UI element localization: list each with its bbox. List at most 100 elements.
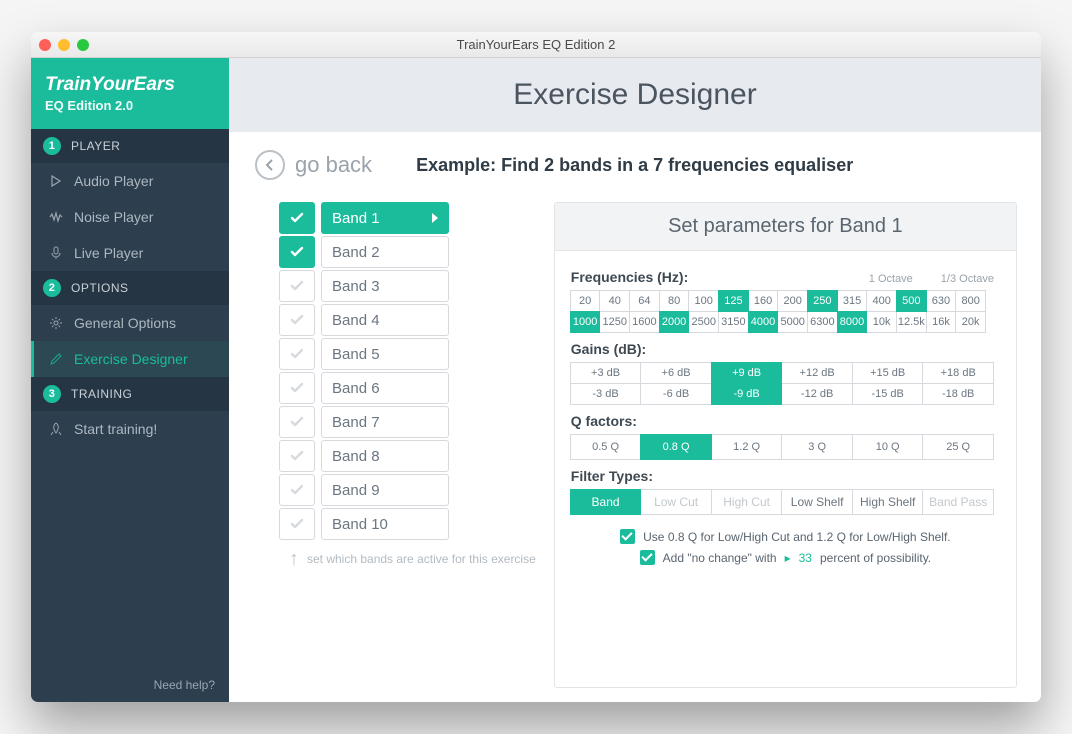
octave-1-link[interactable]: 1 Octave [869,273,913,285]
band-checkbox[interactable] [279,440,315,472]
gain-cell[interactable]: -18 dB [922,383,994,405]
freq-cell[interactable]: 1250 [599,311,630,333]
freq-cell[interactable]: 5000 [777,311,808,333]
band-checkbox[interactable] [279,508,315,540]
band-checkbox[interactable] [279,372,315,404]
freq-cell[interactable]: 2500 [688,311,719,333]
freq-cell[interactable]: 800 [955,290,986,312]
band-select[interactable]: Band 1 [321,202,449,234]
sidebar-item-start-training[interactable]: Start training! [31,411,229,447]
sidebar-item-noise-player[interactable]: Noise Player [31,199,229,235]
section-label: PLAYER [71,139,120,153]
hint-arrow-icon: ↑ [289,554,299,564]
band-select[interactable]: Band 4 [321,304,449,336]
bands-hint: ↑ set which bands are active for this ex… [289,552,536,566]
band-checkbox[interactable] [279,304,315,336]
gain-cell[interactable]: +12 dB [781,362,853,384]
freq-label: Frequencies (Hz): [571,269,688,285]
filter-type-cell[interactable]: Band Pass [922,489,994,515]
freq-cell[interactable]: 6300 [807,311,838,333]
freq-cell[interactable]: 64 [629,290,660,312]
gain-cell[interactable]: -9 dB [711,383,783,405]
freq-cell[interactable]: 8000 [837,311,868,333]
freq-cell[interactable]: 160 [748,290,779,312]
gain-cell[interactable]: -6 dB [640,383,712,405]
q-cell[interactable]: 3 Q [781,434,853,460]
freq-cell[interactable]: 315 [837,290,868,312]
gain-cell[interactable]: -12 dB [781,383,853,405]
help-link[interactable]: Need help? [31,668,229,702]
freq-cell[interactable]: 2000 [659,311,690,333]
freq-cell[interactable]: 40 [599,290,630,312]
percent-value[interactable]: 33 [799,551,812,565]
band-select[interactable]: Band 6 [321,372,449,404]
mic-icon [48,246,64,260]
arrow-left-icon [255,150,285,180]
go-back-button[interactable]: go back [255,150,372,180]
gain-cell[interactable]: +15 dB [852,362,924,384]
gain-cell[interactable]: +3 dB [570,362,642,384]
band-select[interactable]: Band 9 [321,474,449,506]
q-cell[interactable]: 10 Q [852,434,924,460]
freq-cell[interactable]: 200 [777,290,808,312]
octave-13-link[interactable]: 1/3 Octave [941,273,994,285]
band-select[interactable]: Band 5 [321,338,449,370]
window-title: TrainYourEars EQ Edition 2 [31,37,1041,52]
band-select[interactable]: Band 10 [321,508,449,540]
band-checkbox[interactable] [279,202,315,234]
freq-cell[interactable]: 1600 [629,311,660,333]
gain-cell[interactable]: -3 dB [570,383,642,405]
q-cell[interactable]: 0.5 Q [570,434,642,460]
freq-cell[interactable]: 3150 [718,311,749,333]
band-checkbox[interactable] [279,406,315,438]
freq-cell[interactable]: 1000 [570,311,601,333]
gain-cell[interactable]: -15 dB [852,383,924,405]
main: Exercise Designer go back Example: Find … [229,58,1041,702]
freq-cell[interactable]: 250 [807,290,838,312]
gain-cell[interactable]: +6 dB [640,362,712,384]
band-select[interactable]: Band 8 [321,440,449,472]
sidebar-item-label: Audio Player [74,173,153,189]
hint-text: set which bands are active for this exer… [307,552,536,566]
freq-cell[interactable]: 125 [718,290,749,312]
band-checkbox[interactable] [279,474,315,506]
band-select[interactable]: Band 7 [321,406,449,438]
band-checkbox[interactable] [279,338,315,370]
band-select[interactable]: Band 3 [321,270,449,302]
band-checkbox[interactable] [279,236,315,268]
filter-type-cell[interactable]: High Cut [711,489,783,515]
check-auto-q[interactable]: Use 0.8 Q for Low/High Cut and 1.2 Q for… [620,529,951,544]
gain-cell[interactable]: +18 dB [922,362,994,384]
filter-type-cell[interactable]: Low Shelf [781,489,853,515]
freq-cell[interactable]: 100 [688,290,719,312]
band-select[interactable]: Band 2 [321,236,449,268]
filter-type-cell[interactable]: High Shelf [852,489,924,515]
sidebar: TrainYourEars EQ Edition 2.0 1 PLAYER Au… [31,58,229,702]
check-no-change[interactable]: Add "no change" with ▸ 33 percent of pos… [640,550,932,565]
sidebar-item-general-options[interactable]: General Options [31,305,229,341]
freq-cell[interactable]: 20k [955,311,986,333]
freq-cell[interactable]: 16k [926,311,957,333]
freq-cell[interactable]: 400 [866,290,897,312]
freq-cell[interactable]: 630 [926,290,957,312]
sidebar-item-audio-player[interactable]: Audio Player [31,163,229,199]
freq-cell[interactable]: 80 [659,290,690,312]
q-cell[interactable]: 25 Q [922,434,994,460]
sidebar-item-label: Noise Player [74,209,153,225]
sidebar-item-live-player[interactable]: Live Player [31,235,229,271]
freq-cell[interactable]: 12.5k [896,311,927,333]
freq-cell[interactable]: 4000 [748,311,779,333]
freq-cell[interactable]: 20 [570,290,601,312]
band-checkbox[interactable] [279,270,315,302]
q-cell[interactable]: 1.2 Q [711,434,783,460]
freq-cell[interactable]: 10k [866,311,897,333]
brand-subtitle: EQ Edition 2.0 [45,98,215,113]
freq-cell[interactable]: 500 [896,290,927,312]
filter-type-cell[interactable]: Low Cut [640,489,712,515]
filter-type-cell[interactable]: Band [570,489,642,515]
q-cell[interactable]: 0.8 Q [640,434,712,460]
sidebar-item-exercise-designer[interactable]: Exercise Designer [31,341,229,377]
step-num: 3 [43,385,61,403]
gain-cell[interactable]: +9 dB [711,362,783,384]
check-label-pre: Add "no change" with [663,551,777,565]
